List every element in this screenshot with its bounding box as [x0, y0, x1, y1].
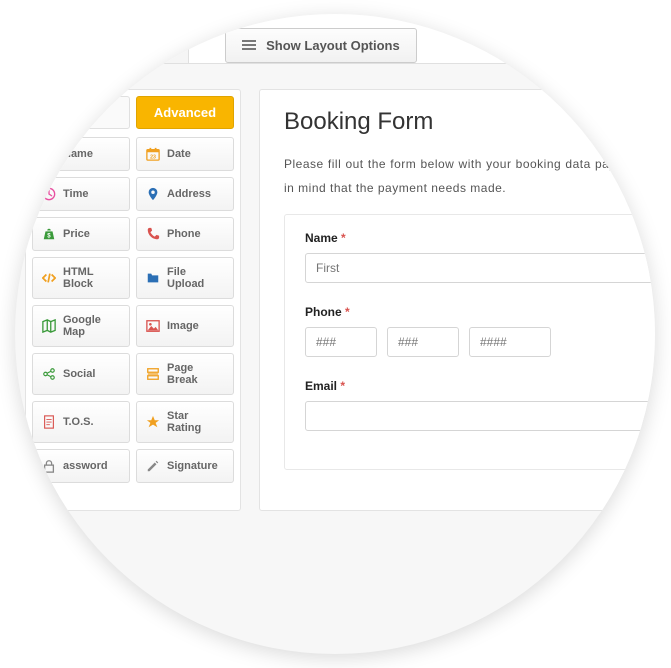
form-preview: Booking Form Please fill out the form be…: [259, 89, 655, 511]
phone-icon: [145, 226, 161, 242]
pagebreak-icon: [145, 366, 161, 382]
calendar-icon: 23: [145, 146, 161, 162]
person-icon: [41, 146, 57, 162]
field-type-label: HTML Block: [63, 266, 121, 290]
top-bar: LD EDIT FIELD Show Layout Options: [15, 14, 655, 64]
palette-subtabs: Basic Advanced: [32, 96, 234, 129]
field-type-label: Signature: [167, 460, 218, 472]
field-type-price[interactable]: $ Price: [32, 217, 130, 251]
layout-button-label: Show Layout Options: [266, 38, 400, 53]
field-type-file-upload[interactable]: File Upload: [136, 257, 234, 299]
image-icon: [145, 318, 161, 334]
field-type-label: Star Rating: [167, 410, 225, 434]
form-body: Name * Phone * Email *: [284, 214, 655, 470]
show-layout-options-button[interactable]: Show Layout Options: [225, 28, 417, 63]
form-title: Booking Form: [284, 108, 655, 136]
svg-text:23: 23: [150, 154, 156, 160]
field-type-label: T.O.S.: [63, 416, 94, 428]
field-type-label: Social: [63, 368, 95, 380]
field-type-signature[interactable]: Signature: [136, 449, 234, 483]
name-label: Name *: [305, 231, 655, 245]
email-label: Email *: [305, 379, 655, 393]
field-type-label: Google Map: [63, 314, 121, 338]
hamburger-icon: [242, 40, 256, 51]
svg-text:$: $: [47, 233, 51, 240]
phone-part1-input[interactable]: [305, 327, 377, 357]
tos-icon: [41, 414, 57, 430]
field-type-label: Name: [63, 148, 93, 160]
field-type-label: Price: [63, 228, 90, 240]
price-icon: $: [41, 226, 57, 242]
field-type-address[interactable]: Address: [136, 177, 234, 211]
name-first-input[interactable]: [305, 253, 655, 283]
field-type-label: Time: [63, 188, 88, 200]
form-description: Please fill out the form below with your…: [284, 152, 655, 214]
email-input[interactable]: [305, 401, 655, 431]
field-type-label: assword: [63, 460, 108, 472]
map-icon: [41, 318, 57, 334]
field-name: Name *: [305, 231, 655, 283]
field-type-label: Page Break: [167, 362, 225, 386]
field-email: Email *: [305, 379, 655, 431]
field-type-google-map[interactable]: Google Map: [32, 305, 130, 347]
tab-edit-field[interactable]: EDIT FIELD: [80, 23, 189, 63]
field-phone: Phone *: [305, 305, 655, 357]
phone-part3-input[interactable]: [469, 327, 551, 357]
field-type-label: Image: [167, 320, 199, 332]
pin-icon: [145, 186, 161, 202]
field-type-name[interactable]: Name: [32, 137, 130, 171]
field-type-social[interactable]: Social: [32, 353, 130, 395]
field-type-label: Phone: [167, 228, 201, 240]
upload-icon: [145, 270, 161, 286]
clock-icon: [41, 186, 57, 202]
field-type-label: File Upload: [167, 266, 225, 290]
field-type-image[interactable]: Image: [136, 305, 234, 347]
main-tabs: LD EDIT FIELD: [15, 14, 189, 63]
field-type-label: Date: [167, 148, 191, 160]
password-icon: [41, 458, 57, 474]
tab-add-field[interactable]: LD: [25, 23, 80, 63]
html-icon: [41, 270, 57, 286]
field-type-assword[interactable]: assword: [32, 449, 130, 483]
field-type-page-break[interactable]: Page Break: [136, 353, 234, 395]
field-type-html-block[interactable]: HTML Block: [32, 257, 130, 299]
subtab-basic[interactable]: Basic: [32, 96, 130, 129]
social-icon: [41, 366, 57, 382]
field-palette: Basic Advanced Name 23 Date Time Address $ Pri…: [25, 89, 241, 511]
phone-part2-input[interactable]: [387, 327, 459, 357]
subtab-advanced[interactable]: Advanced: [136, 96, 234, 129]
star-icon: [145, 414, 161, 430]
field-type-time[interactable]: Time: [32, 177, 130, 211]
field-type-label: Address: [167, 188, 211, 200]
signature-icon: [145, 458, 161, 474]
field-type-t-o-s-[interactable]: T.O.S.: [32, 401, 130, 443]
field-type-phone[interactable]: Phone: [136, 217, 234, 251]
phone-label: Phone *: [305, 305, 655, 319]
field-type-star-rating[interactable]: Star Rating: [136, 401, 234, 443]
field-type-date[interactable]: 23 Date: [136, 137, 234, 171]
